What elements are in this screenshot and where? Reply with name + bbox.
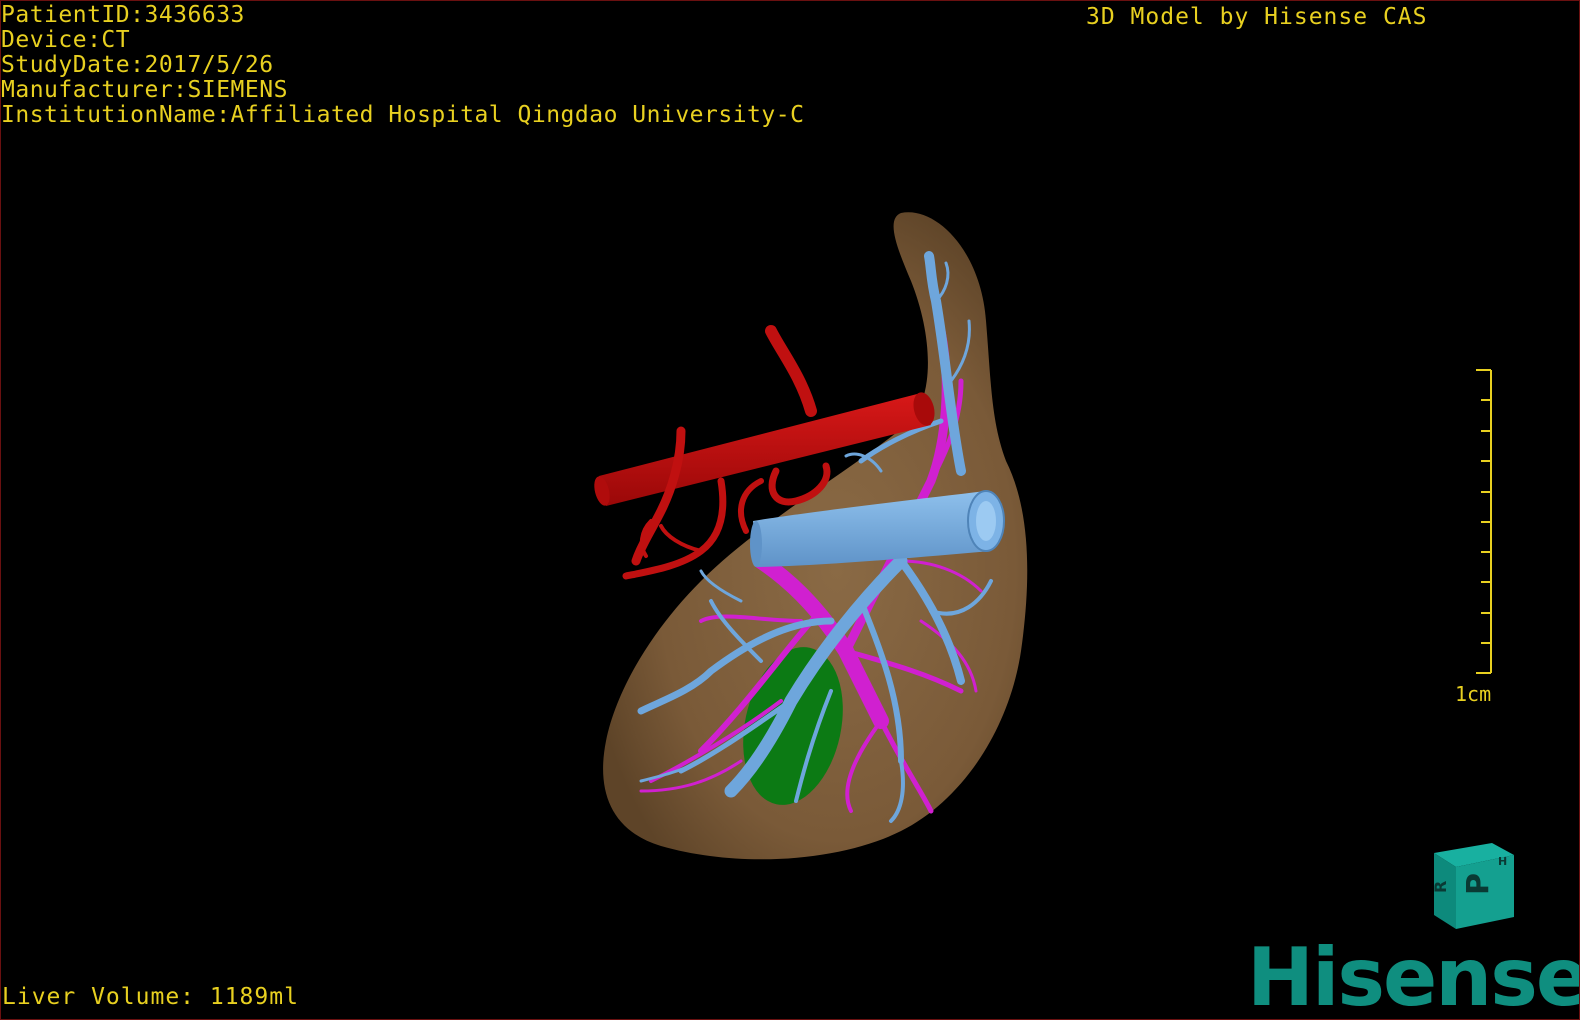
dicom-info-block: PatientID:3436633 Device:CT StudyDate:20… (1, 3, 804, 128)
cube-side-letter: R (1431, 881, 1450, 893)
model-credit-text: 3D Model by Hisense CAS (1086, 4, 1428, 30)
device-text: Device:CT (1, 27, 131, 53)
cube-front-letter: P (1461, 873, 1496, 895)
institution-text: InstitutionName:Affiliated Hospital Qing… (1, 102, 805, 128)
hisense-logo: Hisense (1247, 931, 1580, 1020)
manufacturer-text: Manufacturer:SIEMENS (1, 77, 288, 103)
liver-3d-model[interactable] (1, 1, 1580, 1020)
orientation-cube[interactable]: P R H (1426, 841, 1521, 936)
patient-id-text: PatientID:3436633 (1, 2, 245, 28)
cube-top-letter: H (1498, 855, 1507, 868)
study-date-text: StudyDate:2017/5/26 (1, 52, 274, 78)
liver-volume-text: Liver Volume: 1189ml (2, 984, 299, 1010)
scale-bar-label: 1cm (1455, 682, 1492, 706)
3d-viewport[interactable]: PatientID:3436633 Device:CT StudyDate:20… (0, 0, 1580, 1020)
scale-bar (1476, 369, 1492, 674)
